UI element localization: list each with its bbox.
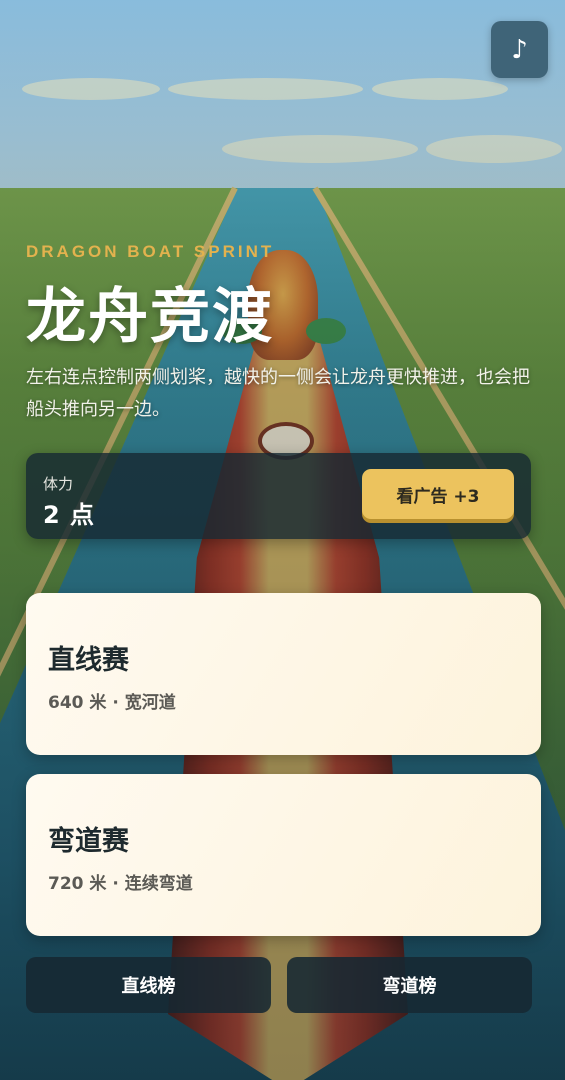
race-info: 720 米 · 连续弯道 [48,874,193,894]
watch-ad-button[interactable]: 看广告 +3 [362,469,514,519]
music-toggle-button[interactable]: ♪ [491,21,548,78]
stamina-label: 体力 [43,475,74,493]
curve-leaderboard-button[interactable]: 弯道榜 [287,957,532,1013]
race-card-curve[interactable]: 弯道赛 720 米 · 连续弯道 [26,774,541,936]
straight-leaderboard-button[interactable]: 直线榜 [26,957,271,1013]
race-info: 640 米 · 宽河道 [48,693,176,713]
game-subtitle: DRAGON BOAT SPRINT [26,242,275,261]
music-note-icon: ♪ [511,34,528,65]
game-description: 左右连点控制两侧划桨，越快的一侧会让龙舟更快推进，也会把船头推向另一边。 [26,367,530,420]
race-name: 弯道赛 [48,826,129,857]
race-name: 直线赛 [48,645,129,676]
race-card-straight[interactable]: 直线赛 640 米 · 宽河道 [26,593,541,755]
stamina-value: 2 点 [43,501,96,529]
stamina-panel: 体力 2 点 看广告 +3 [26,453,531,539]
game-title: 龙舟竞渡 [26,282,274,352]
